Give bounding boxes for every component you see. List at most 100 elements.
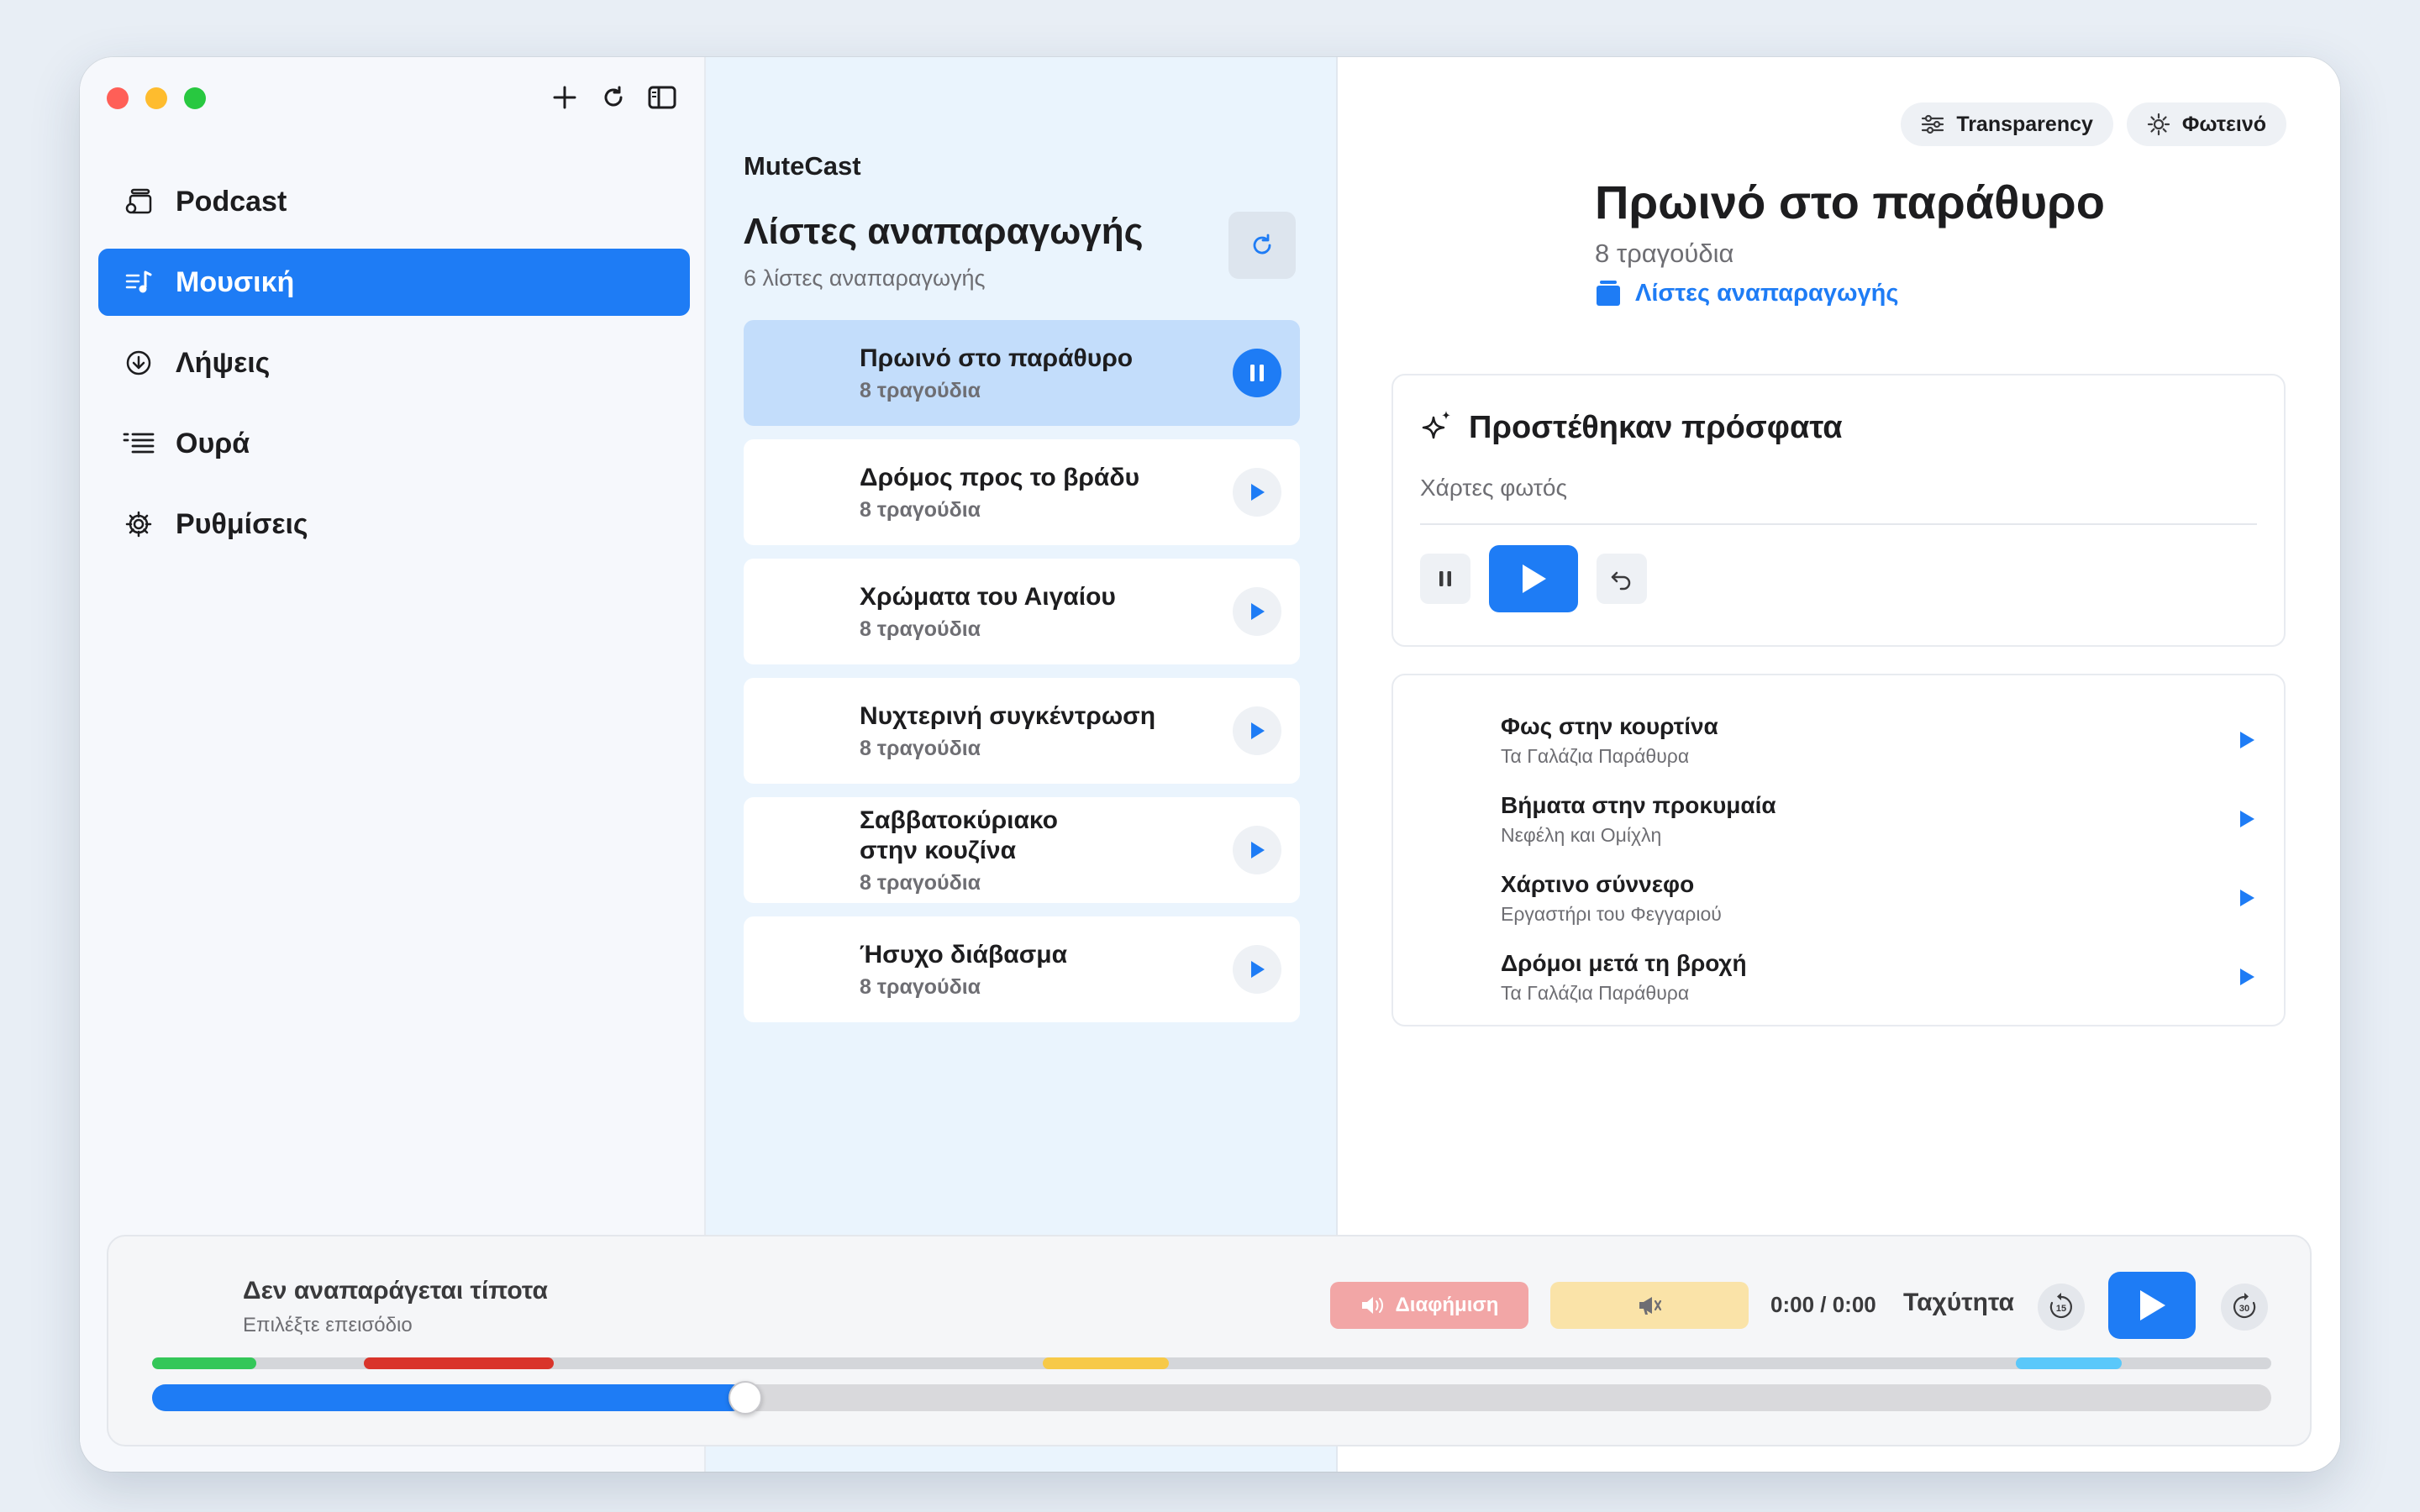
playlist-list: Πρωινό στο παράθυρο 8 τραγούδια Δρόμος π… xyxy=(744,320,1300,1036)
playlist-card[interactable]: Σαββατοκύριακο στην κουζίνα 8 τραγούδια xyxy=(744,797,1300,903)
download-circle-icon xyxy=(122,346,155,380)
recently-added-header: Προστέθηκαν πρόσφατα xyxy=(1420,409,1843,446)
play-icon xyxy=(2140,1290,2165,1320)
playlist-title: Πρωινό στο παράθυρο xyxy=(1595,176,2105,228)
ad-button[interactable]: Διαφήμιση xyxy=(1330,1282,1528,1329)
refresh-button[interactable] xyxy=(597,81,630,114)
minimize-window-button[interactable] xyxy=(145,87,167,109)
main-play-button[interactable] xyxy=(2108,1272,2196,1339)
chapter-markers[interactable] xyxy=(152,1357,2271,1369)
track-row[interactable]: Φως στην κουρτίνα Τα Γαλάζια Παράθυρα xyxy=(1393,701,2284,780)
sidebar-item-label: Ουρά xyxy=(176,427,250,459)
add-button[interactable] xyxy=(548,81,581,114)
player-bar: Δεν αναπαράγεται τίποτα Επιλέξτε επεισόδ… xyxy=(107,1235,2312,1446)
playlist-card[interactable]: Πρωινό στο παράθυρο 8 τραγούδια xyxy=(744,320,1300,426)
track-row[interactable]: Βήματα στην προκυμαία Νεφέλη και Ομίχλη xyxy=(1393,780,2284,858)
play-button[interactable] xyxy=(1233,468,1281,517)
theme-label: Φωτεινό xyxy=(2181,112,2266,136)
playlist-name: Νυχτερινή συγκέντρωση xyxy=(860,701,1156,730)
recently-added-title: Προστέθηκαν πρόσφατα xyxy=(1469,409,1843,445)
progress-fill xyxy=(152,1384,745,1411)
play-icon xyxy=(1523,564,1546,593)
pause-icon xyxy=(1439,571,1451,586)
sidebar-item-podcast[interactable]: Podcast xyxy=(98,168,690,235)
now-playing-subtitle: Επιλέξτε επεισόδιο xyxy=(243,1314,413,1336)
play-icon xyxy=(1251,842,1265,858)
top-controls: Transparency Φωτεινό xyxy=(1901,102,2286,146)
skip-forward-button[interactable]: 30 xyxy=(2221,1284,2268,1331)
playlists-link-label: Λίστες αναπαραγωγής xyxy=(1635,279,1899,307)
skip-forward-seconds: 30 xyxy=(2239,1304,2249,1314)
pause-button[interactable] xyxy=(1420,554,1470,604)
refresh-playlists-button[interactable] xyxy=(1228,212,1296,279)
sidebar-item-settings[interactable]: Ρυθμίσεις xyxy=(98,491,690,558)
play-icon xyxy=(2240,969,2254,985)
megaphone-mute-icon xyxy=(1639,1297,1662,1315)
play-button[interactable] xyxy=(1233,706,1281,755)
track-row[interactable]: Δρόμοι μετά τη βροχή Τα Γαλάζια Παράθυρα xyxy=(1393,937,2284,1016)
sidebar-item-downloads[interactable]: Λήψεις xyxy=(98,329,690,396)
app-name: MuteCast xyxy=(744,151,861,181)
playlists-count: 6 λίστες αναπαραγωγής xyxy=(744,265,986,291)
recent-track-name: Χάρτες φωτός xyxy=(1420,475,1567,501)
undo-button[interactable] xyxy=(1597,554,1647,604)
play-button[interactable] xyxy=(1233,826,1281,874)
play-track-button[interactable] xyxy=(2235,886,2259,910)
sidebar-item-queue[interactable]: Ουρά xyxy=(98,410,690,477)
chapter-segment[interactable] xyxy=(152,1357,256,1369)
play-icon xyxy=(2240,811,2254,827)
playlist-card[interactable]: Νυχτερινή συγκέντρωση 8 τραγούδια xyxy=(744,678,1300,784)
playlist-name: Δρόμος προς το βράδυ xyxy=(860,463,1140,491)
playback-time: 0:00 / 0:00 xyxy=(1770,1292,1876,1317)
playlist-card[interactable]: Χρώματα του Αιγαίου 8 τραγούδια xyxy=(744,559,1300,664)
playlists-title: Λίστες αναπαραγωγής xyxy=(744,211,1144,252)
chapter-segment[interactable] xyxy=(364,1357,554,1369)
skip-back-15-icon: 15 xyxy=(2049,1293,2072,1319)
playlist-count: 8 τραγούδια xyxy=(860,870,981,895)
track-row[interactable]: Χάρτινο σύννεφο Εργαστήρι του Φεγγαριού xyxy=(1393,858,2284,937)
sliders-icon xyxy=(1922,114,1944,134)
progress-slider[interactable] xyxy=(152,1381,2271,1415)
progress-knob[interactable] xyxy=(729,1381,762,1415)
sidebar-item-music[interactable]: Μουσική xyxy=(98,249,690,316)
track-name: Δρόμοι μετά τη βροχή xyxy=(1501,949,1747,976)
theme-toggle-button[interactable]: Φωτεινό xyxy=(2126,102,2286,146)
transparency-label: Transparency xyxy=(1956,112,2093,136)
track-artist: Τα Γαλάζια Παράθυρα xyxy=(1501,744,1690,767)
chapter-segment[interactable] xyxy=(1043,1357,1169,1369)
playlist-track-count: 8 τραγούδια xyxy=(1595,239,1734,268)
playlists-link[interactable]: Λίστες αναπαραγωγής xyxy=(1595,279,1898,307)
sidebar-item-label: Ρυθμίσεις xyxy=(176,507,308,540)
play-icon xyxy=(2240,732,2254,748)
sidebar-item-label: Λήψεις xyxy=(176,346,271,379)
chapter-segment[interactable] xyxy=(2016,1357,2122,1369)
app-window: Podcast Μουσική Λήψεις Ουρά Ρυθμίσεις Mu… xyxy=(80,57,2340,1472)
ad-label: Διαφήμιση xyxy=(1395,1294,1499,1316)
toggle-sidebar-button[interactable] xyxy=(645,81,679,114)
pause-button[interactable] xyxy=(1233,349,1281,397)
play-button[interactable] xyxy=(1233,587,1281,636)
mute-ad-button[interactable] xyxy=(1550,1282,1749,1329)
play-track-button[interactable] xyxy=(2235,807,2259,831)
playlist-name: Σαββατοκύριακο στην κουζίνα xyxy=(860,806,1058,864)
track-name: Χάρτινο σύννεφο xyxy=(1501,870,1695,897)
skip-forward-30-icon: 30 xyxy=(2233,1293,2256,1319)
play-track-button[interactable] xyxy=(2235,728,2259,752)
play-track-button[interactable] xyxy=(2235,965,2259,989)
play-button[interactable] xyxy=(1489,545,1578,612)
track-artist: Εργαστήρι του Φεγγαριού xyxy=(1501,902,1722,925)
skip-back-seconds: 15 xyxy=(2056,1304,2066,1314)
skip-back-button[interactable]: 15 xyxy=(2038,1284,2085,1331)
playlist-card[interactable]: Δρόμος προς το βράδυ 8 τραγούδια xyxy=(744,439,1300,545)
playlist-name: Ήσυχο διάβασμα xyxy=(860,940,1068,969)
refresh-icon xyxy=(604,86,623,107)
playlist-card[interactable]: Ήσυχο διάβασμα 8 τραγούδια xyxy=(744,916,1300,1022)
play-icon xyxy=(1251,484,1265,501)
play-button[interactable] xyxy=(1233,945,1281,994)
playback-speed[interactable]: Ταχύτητα xyxy=(1903,1289,2014,1317)
zoom-window-button[interactable] xyxy=(184,87,206,109)
close-window-button[interactable] xyxy=(107,87,129,109)
transparency-button[interactable]: Transparency xyxy=(1901,102,2113,146)
sidebar-item-label: Μουσική xyxy=(176,265,295,298)
podcast-stack-icon xyxy=(122,185,155,218)
